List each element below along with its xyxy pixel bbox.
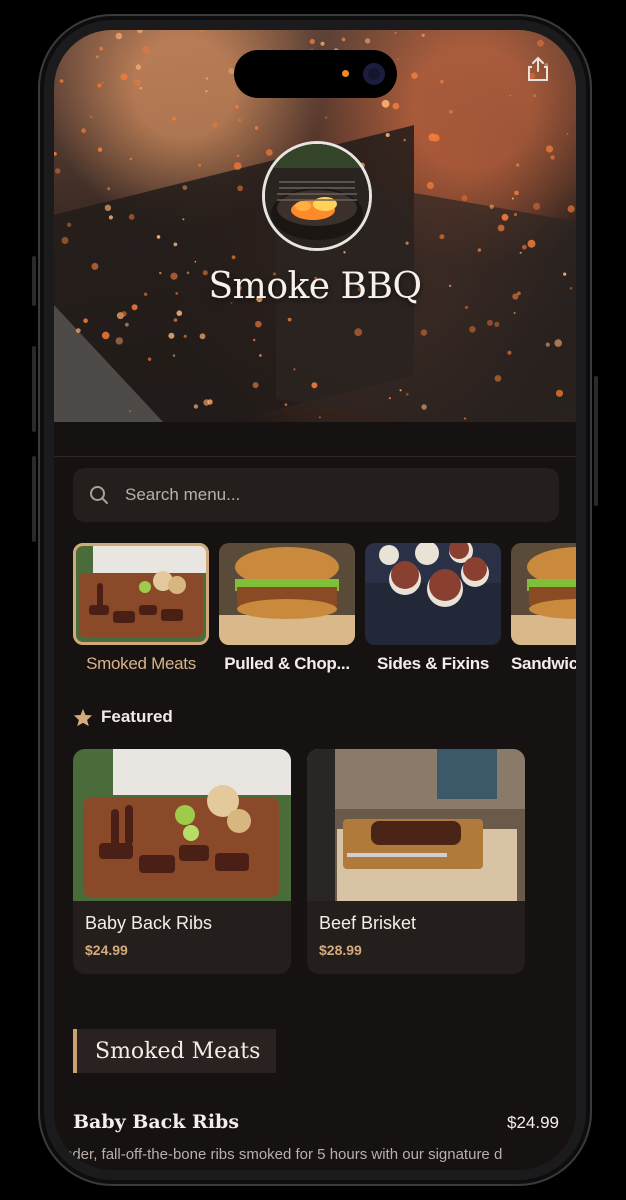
dynamic-island — [234, 50, 397, 98]
featured-label: Featured — [101, 707, 173, 726]
power-button — [594, 376, 598, 506]
action-button — [32, 256, 36, 306]
category-pulled-chopped[interactable]: Pulled & Chop... — [219, 543, 355, 673]
featured-item-name: Beef Brisket — [319, 913, 417, 933]
featured-card[interactable]: Beef Brisket $28.99 — [307, 749, 525, 974]
menu-item-name[interactable]: Baby Back Ribs — [73, 1111, 239, 1133]
featured-image — [73, 749, 291, 901]
featured-card[interactable]: Baby Back Ribs $24.99 — [73, 749, 291, 974]
restaurant-name: Smoke BBQ — [208, 266, 422, 307]
hero-banner: Smoke BBQ — [54, 30, 576, 422]
search-icon — [90, 486, 108, 504]
featured-image — [307, 749, 525, 901]
search-bar[interactable] — [73, 468, 559, 522]
menu-item-description: nder, fall-off-the-bone ribs smoked for … — [64, 1146, 503, 1163]
category-label: Smoked Meats — [86, 654, 196, 673]
section-title: Smoked Meats — [95, 1038, 261, 1064]
category-sides-fixins[interactable]: Sides & Fixins — [365, 543, 501, 673]
volume-down-button — [32, 456, 36, 542]
category-smoked-meats[interactable]: Smoked Meats — [73, 543, 209, 673]
volume-up-button — [32, 346, 36, 432]
category-image — [365, 543, 501, 645]
category-image — [73, 543, 209, 645]
category-image — [219, 543, 355, 645]
featured-heading: Featured — [73, 707, 173, 727]
divider — [54, 456, 576, 457]
category-label: Pulled & Chop... — [224, 654, 350, 673]
featured-item-name: Baby Back Ribs — [85, 913, 213, 933]
category-sandwiches[interactable]: Sandwic — [511, 543, 576, 673]
category-label: Sides & Fixins — [376, 654, 489, 673]
share-icon[interactable] — [526, 56, 550, 82]
star-icon — [73, 708, 93, 726]
search-input[interactable] — [123, 484, 527, 506]
category-label: Sandwic — [511, 654, 576, 673]
restaurant-logo — [262, 141, 372, 251]
section-heading: Smoked Meats — [73, 1029, 277, 1073]
screen: Smoke BBQ Search menu... Smoked Meats Pu… — [54, 30, 576, 1170]
featured-item-price: $28.99 — [319, 942, 362, 958]
menu-item-price: $24.99 — [507, 1113, 559, 1132]
category-image — [511, 543, 576, 645]
category-carousel[interactable]: Smoked Meats Pulled & Chop... Sides & Fi… — [73, 543, 576, 673]
featured-item-price: $24.99 — [85, 942, 128, 958]
